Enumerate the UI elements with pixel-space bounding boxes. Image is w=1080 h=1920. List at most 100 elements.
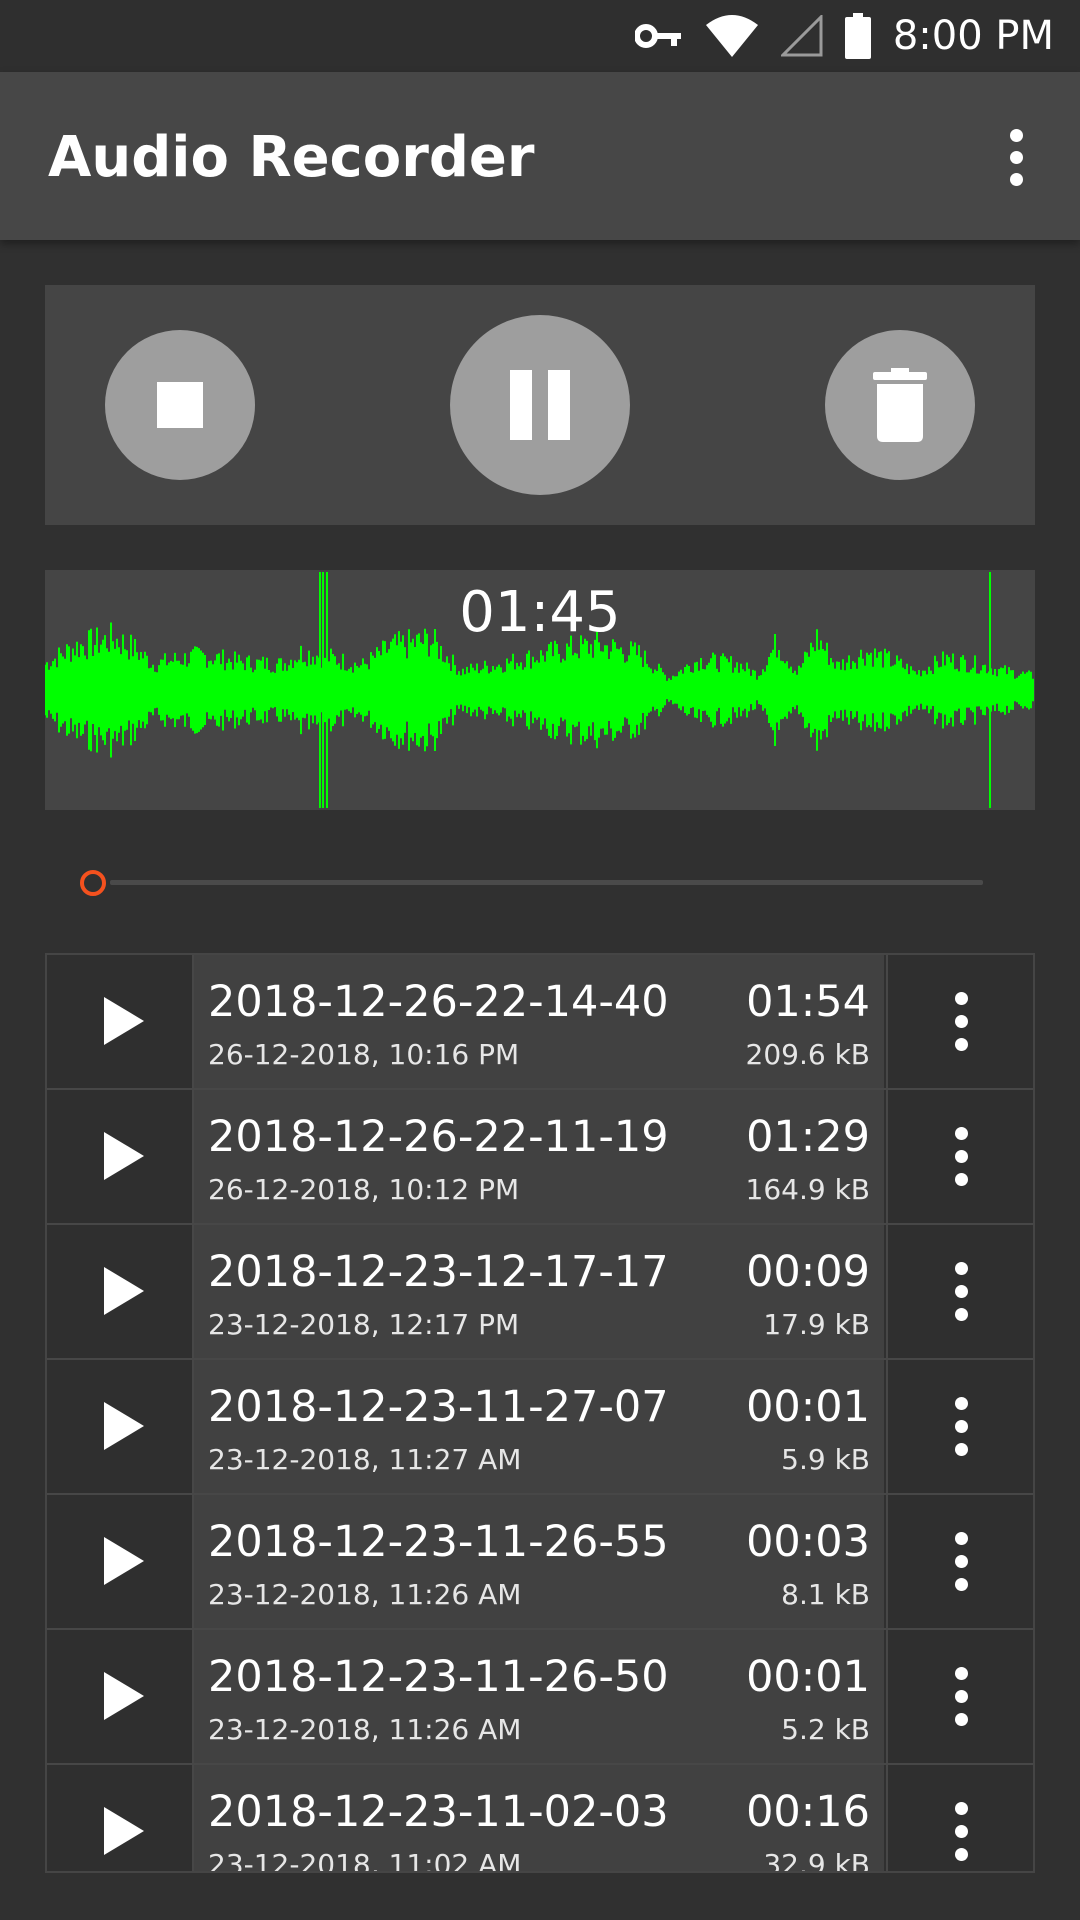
- play-icon: [104, 1132, 144, 1180]
- overflow-menu-icon-dot: [955, 1578, 968, 1591]
- recording-duration: 00:01: [746, 1652, 870, 1702]
- recording-row: 2018-12-23-11-26-55 23-12-2018, 11:26 AM 0…: [47, 1495, 1033, 1630]
- overflow-menu-icon-dot: [955, 1825, 968, 1838]
- recording-info[interactable]: 2018-12-23-11-26-55 23-12-2018, 11:26 AM 0…: [194, 1495, 884, 1628]
- recording-name: 2018-12-23-11-26-50: [208, 1652, 669, 1702]
- row-menu-button[interactable]: [886, 1225, 1033, 1358]
- play-icon: [104, 1267, 144, 1315]
- recording-row: 2018-12-23-11-27-07 23-12-2018, 11:27 AM 0…: [47, 1360, 1033, 1495]
- stop-button[interactable]: [105, 330, 255, 480]
- waveform-display: 01:45: [45, 570, 1035, 810]
- stop-icon: [157, 382, 203, 428]
- overflow-menu-icon: [1009, 128, 1023, 142]
- recording-info[interactable]: 2018-12-23-11-02-03 23-12-2018, 11:02 AM 0…: [194, 1765, 884, 1873]
- delete-button[interactable]: [825, 330, 975, 480]
- row-menu-button[interactable]: [886, 955, 1033, 1088]
- recording-name: 2018-12-23-11-02-03: [208, 1787, 669, 1837]
- recording-size: 32.9 kB: [763, 1848, 870, 1873]
- recording-date: 23-12-2018, 11:02 AM: [208, 1848, 522, 1873]
- recording-info[interactable]: 2018-12-26-22-11-19 26-12-2018, 10:12 PM 0…: [194, 1090, 884, 1223]
- seek-thumb[interactable]: [80, 870, 106, 896]
- overflow-menu-icon-dot: [955, 1713, 968, 1726]
- row-menu-button[interactable]: [886, 1630, 1033, 1763]
- play-button[interactable]: [47, 1090, 194, 1223]
- battery-icon: [844, 13, 871, 59]
- recorder-controls: [45, 285, 1035, 525]
- overflow-menu-icon-dot: [955, 1848, 968, 1861]
- overflow-menu-icon: [955, 1262, 968, 1275]
- wifi-icon: [705, 15, 758, 57]
- overflow-menu-icon-dot: [955, 1038, 968, 1051]
- recording-info[interactable]: 2018-12-23-12-17-17 23-12-2018, 12:17 PM 0…: [194, 1225, 884, 1358]
- play-button[interactable]: [47, 1225, 194, 1358]
- recording-duration: 00:09: [746, 1247, 870, 1297]
- recording-duration: 01:29: [746, 1112, 870, 1162]
- overflow-menu-icon-dot: [955, 1690, 968, 1703]
- overflow-menu-icon-dot: [1009, 150, 1023, 164]
- recording-duration: 00:03: [746, 1517, 870, 1567]
- status-time: 8:00 PM: [892, 13, 1054, 59]
- overflow-menu-icon: [955, 992, 968, 1005]
- overflow-menu-icon-dot: [955, 1420, 968, 1433]
- recording-info[interactable]: 2018-12-23-11-26-50 23-12-2018, 11:26 AM 0…: [194, 1630, 884, 1763]
- overflow-menu-icon-dot: [955, 1285, 968, 1298]
- overflow-menu-icon: [955, 1127, 968, 1140]
- recording-size: 209.6 kB: [745, 1038, 870, 1071]
- recording-size: 5.2 kB: [781, 1713, 870, 1746]
- row-menu-button[interactable]: [886, 1765, 1033, 1871]
- app-title: Audio Recorder: [48, 125, 535, 190]
- seek-bar[interactable]: [80, 868, 985, 896]
- overflow-menu-icon-dot: [1009, 172, 1023, 186]
- vpn-key-icon: [634, 24, 681, 48]
- recording-duration: 00:16: [746, 1787, 870, 1837]
- recording-date: 23-12-2018, 11:26 AM: [208, 1713, 522, 1746]
- row-menu-button[interactable]: [886, 1360, 1033, 1493]
- status-icons: 8:00 PM: [634, 0, 1054, 72]
- recording-date: 23-12-2018, 12:17 PM: [208, 1308, 520, 1341]
- app-bar: Audio Recorder: [0, 72, 1080, 240]
- overflow-menu-icon-dot: [955, 1173, 968, 1186]
- recording-name: 2018-12-26-22-11-19: [208, 1112, 669, 1162]
- recording-row: 2018-12-23-11-26-50 23-12-2018, 11:26 AM 0…: [47, 1630, 1033, 1765]
- recording-name: 2018-12-23-11-26-55: [208, 1517, 669, 1567]
- overflow-menu-icon-dot: [955, 1555, 968, 1568]
- status-bar: 8:00 PM: [0, 0, 1080, 72]
- elapsed-time: 01:45: [459, 580, 621, 645]
- seek-track: [110, 880, 983, 885]
- recording-date: 23-12-2018, 11:26 AM: [208, 1578, 522, 1611]
- recording-info[interactable]: 2018-12-23-11-27-07 23-12-2018, 11:27 AM 0…: [194, 1360, 884, 1493]
- play-button[interactable]: [47, 955, 194, 1088]
- trash-icon: [873, 368, 927, 442]
- play-icon: [104, 1537, 144, 1585]
- overflow-menu-icon: [955, 1667, 968, 1680]
- recording-info[interactable]: 2018-12-26-22-14-40 26-12-2018, 10:16 PM 0…: [194, 955, 884, 1088]
- recording-row: 2018-12-23-11-02-03 23-12-2018, 11:02 AM 0…: [47, 1765, 1033, 1873]
- play-icon: [104, 997, 144, 1045]
- play-button[interactable]: [47, 1360, 194, 1493]
- row-menu-button[interactable]: [886, 1090, 1033, 1223]
- play-button[interactable]: [47, 1630, 194, 1763]
- play-icon: [104, 1672, 144, 1720]
- recording-date: 26-12-2018, 10:12 PM: [208, 1173, 520, 1206]
- overflow-menu-icon-dot: [955, 1308, 968, 1321]
- overflow-menu-icon: [955, 1397, 968, 1410]
- pause-button[interactable]: [450, 315, 630, 495]
- play-button[interactable]: [47, 1495, 194, 1628]
- recording-duration: 01:54: [746, 977, 870, 1027]
- overflow-menu-button[interactable]: [986, 122, 1046, 192]
- recording-date: 26-12-2018, 10:16 PM: [208, 1038, 520, 1071]
- overflow-menu-icon: [955, 1802, 968, 1815]
- play-button[interactable]: [47, 1765, 194, 1871]
- recording-row: 2018-12-23-12-17-17 23-12-2018, 12:17 PM 0…: [47, 1225, 1033, 1360]
- recording-size: 5.9 kB: [781, 1443, 870, 1476]
- recording-size: 164.9 kB: [745, 1173, 870, 1206]
- recording-row: 2018-12-26-22-11-19 26-12-2018, 10:12 PM 0…: [47, 1090, 1033, 1225]
- overflow-menu-icon-dot: [955, 1150, 968, 1163]
- play-icon: [104, 1807, 144, 1855]
- play-icon: [104, 1402, 144, 1450]
- recording-name: 2018-12-23-11-27-07: [208, 1382, 669, 1432]
- row-menu-button[interactable]: [886, 1495, 1033, 1628]
- recording-date: 23-12-2018, 11:27 AM: [208, 1443, 522, 1476]
- cell-signal-icon: [780, 15, 823, 57]
- recordings-list: 2018-12-26-22-14-40 26-12-2018, 10:16 PM 0…: [45, 953, 1035, 1873]
